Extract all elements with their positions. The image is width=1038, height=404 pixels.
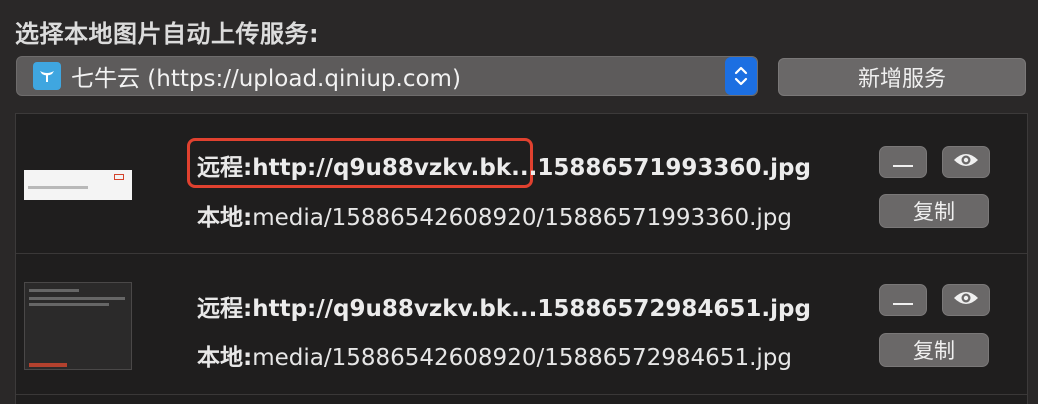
eye-icon bbox=[952, 289, 980, 311]
remote-label: 远程: bbox=[197, 296, 253, 322]
remote-line: 远程:http://q9u88vzkv.bk...15886571993360.… bbox=[197, 148, 811, 182]
local-label: 本地: bbox=[197, 205, 253, 231]
add-service-button[interactable]: 新增服务 bbox=[778, 58, 1026, 96]
preview-button[interactable] bbox=[942, 146, 990, 178]
eye-icon bbox=[952, 151, 980, 173]
list-item: 远程:http://q9u88vzkv.bk...15886571993360.… bbox=[16, 114, 1027, 254]
preview-button[interactable] bbox=[942, 284, 990, 316]
upload-service-heading: 选择本地图片自动上传服务: bbox=[15, 20, 320, 48]
list-item: 远程:http://q9u88vzkv.bk...15886572984651.… bbox=[16, 255, 1027, 395]
image-thumbnail bbox=[24, 170, 132, 200]
remove-button[interactable] bbox=[879, 146, 927, 178]
copy-button[interactable]: 复制 bbox=[879, 194, 989, 228]
local-label: 本地: bbox=[197, 345, 253, 371]
local-path: media/15886542608920/15886572984651.jpg bbox=[252, 345, 792, 371]
selected-service-label: 七牛云 (https://upload.qiniup.com) bbox=[71, 66, 461, 92]
remote-label: 远程: bbox=[197, 155, 253, 181]
local-line: 本地:media/15886542608920/15886572984651.j… bbox=[197, 338, 792, 372]
local-line: 本地:media/15886542608920/15886571993360.j… bbox=[197, 198, 792, 232]
remote-url[interactable]: http://q9u88vzkv.bk...15886572984651.jpg bbox=[252, 296, 811, 322]
remote-url[interactable]: http://q9u88vzkv.bk...15886571993360.jpg bbox=[252, 155, 811, 181]
remote-line: 远程:http://q9u88vzkv.bk...15886572984651.… bbox=[197, 289, 811, 323]
copy-button[interactable]: 复制 bbox=[879, 333, 989, 367]
minus-icon bbox=[893, 291, 913, 310]
upload-list: 远程:http://q9u88vzkv.bk...15886571993360.… bbox=[15, 113, 1028, 404]
local-path: media/15886542608920/15886571993360.jpg bbox=[252, 205, 792, 231]
qiniu-logo-icon bbox=[33, 62, 61, 90]
image-thumbnail bbox=[24, 282, 132, 370]
remove-button[interactable] bbox=[879, 284, 927, 316]
upload-service-select[interactable]: 七牛云 (https://upload.qiniup.com) bbox=[16, 56, 758, 96]
minus-icon bbox=[893, 153, 913, 172]
chevron-up-down-icon[interactable] bbox=[725, 57, 757, 95]
